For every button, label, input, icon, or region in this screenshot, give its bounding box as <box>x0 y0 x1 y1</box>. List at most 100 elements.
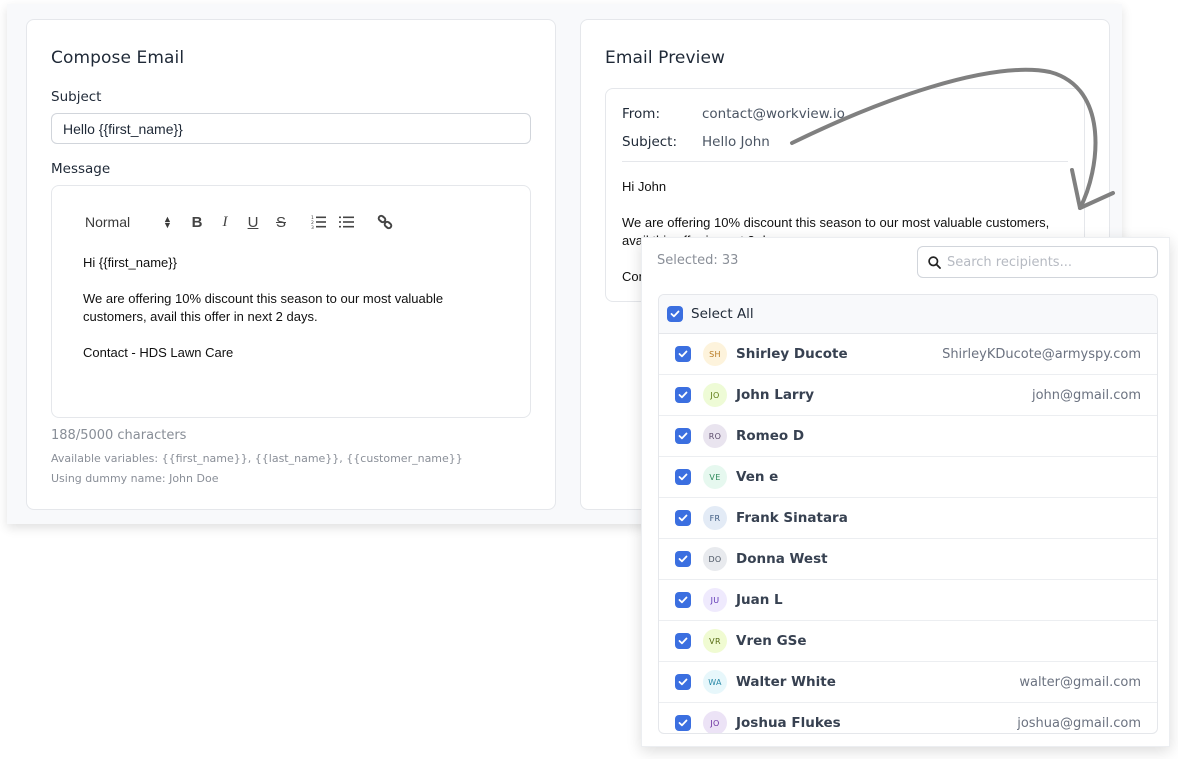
editor-paragraph: Hi {{first_name}} <box>83 255 177 270</box>
recipient-checkbox[interactable] <box>675 674 691 690</box>
avatar: RO <box>703 424 727 448</box>
dummy-name-hint: Using dummy name: John Doe <box>51 472 219 485</box>
recipient-name: Juan L <box>736 592 783 608</box>
avatar: VE <box>703 465 727 489</box>
bold-button[interactable]: B <box>183 210 211 234</box>
selected-count: Selected: 33 <box>657 253 739 268</box>
subject-value: Hello John <box>702 134 770 150</box>
recipient-name: Romeo D <box>736 428 805 444</box>
checkmark-icon <box>678 637 688 645</box>
preview-from-row: From: contact@workview.io <box>622 106 845 122</box>
recipient-row[interactable]: SH Shirley Ducote ShirleyKDucote@armyspy… <box>659 334 1157 375</box>
divider <box>622 161 1068 162</box>
svg-text:3: 3 <box>311 225 314 229</box>
avatar: VR <box>703 629 727 653</box>
recipient-row[interactable]: FR Frank Sinatara <box>659 498 1157 539</box>
recipient-name: Ven e <box>736 469 779 485</box>
ordered-list-button[interactable]: 1 2 3 <box>305 210 333 234</box>
recipient-row[interactable]: RO Romeo D <box>659 416 1157 457</box>
recipient-email: walter@gmail.com <box>1019 674 1141 690</box>
avatar: DO <box>703 547 727 571</box>
subject-input[interactable] <box>51 113 531 144</box>
strikethrough-button[interactable]: S <box>267 210 295 234</box>
recipient-row[interactable]: JO Joshua Flukes joshua@gmail.com <box>659 703 1157 733</box>
editor-content[interactable]: Hi {{first_name}} We are offering 10% di… <box>83 254 483 380</box>
heading-select-value: Normal <box>85 214 131 230</box>
recipient-checkbox[interactable] <box>675 387 691 403</box>
preview-subject-row: Subject: Hello John <box>622 134 770 150</box>
checkmark-icon <box>678 391 688 399</box>
recipient-checkbox[interactable] <box>675 346 691 362</box>
recipient-name: Donna West <box>736 551 828 567</box>
editor-toolbar: Normal ▲ ▼ B I U S 1 2 3 <box>85 208 399 236</box>
recipient-list: Select All SH Shirley Ducote ShirleyKDuc… <box>658 294 1158 734</box>
checkmark-icon <box>678 596 688 604</box>
avatar: SH <box>703 342 727 366</box>
recipients-popover: Selected: 33 Select All SH Shirley Ducot… <box>641 237 1170 747</box>
preview-title: Email Preview <box>605 48 726 68</box>
preview-paragraph: Hi John <box>622 179 667 194</box>
ordered-list-icon: 1 2 3 <box>311 215 326 229</box>
recipient-row[interactable]: DO Donna West <box>659 539 1157 580</box>
checkmark-icon <box>678 432 688 440</box>
recipient-name: John Larry <box>736 387 815 403</box>
avatar: JO <box>703 383 727 407</box>
recipient-name: Walter White <box>736 674 836 690</box>
recipient-name: Shirley Ducote <box>736 346 848 362</box>
link-button[interactable] <box>371 210 399 234</box>
recipient-row[interactable]: VR Vren GSe <box>659 621 1157 662</box>
search-icon <box>928 255 941 269</box>
recipient-name: Joshua Flukes <box>736 715 841 731</box>
subject-label: Subject: <box>622 134 678 150</box>
bullet-list-icon <box>339 216 354 228</box>
select-all-checkbox[interactable] <box>667 306 683 322</box>
recipient-checkbox[interactable] <box>675 428 691 444</box>
checkmark-icon <box>670 310 680 318</box>
recipient-checkbox[interactable] <box>675 469 691 485</box>
recipient-checkbox[interactable] <box>675 510 691 526</box>
recipient-row[interactable]: JO John Larry john@gmail.com <box>659 375 1157 416</box>
recipient-checkbox[interactable] <box>675 551 691 567</box>
select-all-row[interactable]: Select All <box>659 295 1157 334</box>
checkmark-icon <box>678 555 688 563</box>
message-editor[interactable]: Normal ▲ ▼ B I U S 1 2 3 Hi {{first_name… <box>51 185 531 418</box>
recipient-row[interactable]: WA Walter White walter@gmail.com <box>659 662 1157 703</box>
checkmark-icon <box>678 678 688 686</box>
avatar: JO <box>703 711 727 733</box>
available-variables-hint: Available variables: {{first_name}}, {{l… <box>51 452 463 465</box>
recipient-email: john@gmail.com <box>1031 387 1141 403</box>
checkmark-icon <box>678 514 688 522</box>
recipient-row[interactable]: VE Ven e <box>659 457 1157 498</box>
underline-button[interactable]: U <box>239 210 267 234</box>
recipient-email: joshua@gmail.com <box>1017 715 1141 731</box>
recipient-name: Frank Sinatara <box>736 510 848 526</box>
recipient-row[interactable]: JU Juan L <box>659 580 1157 621</box>
recipient-checkbox[interactable] <box>675 715 691 731</box>
message-label: Message <box>51 161 111 177</box>
checkmark-icon <box>678 350 688 358</box>
avatar: WA <box>703 670 727 694</box>
search-recipients-input[interactable] <box>947 254 1147 270</box>
checkmark-icon <box>678 473 688 481</box>
editor-paragraph: We are offering 10% discount this season… <box>83 291 444 324</box>
compose-title: Compose Email <box>51 48 185 68</box>
italic-button[interactable]: I <box>211 210 239 234</box>
select-all-label: Select All <box>691 306 754 322</box>
from-value: contact@workview.io <box>702 106 845 122</box>
avatar: FR <box>703 506 727 530</box>
avatar: JU <box>703 588 727 612</box>
from-label: From: <box>622 106 660 122</box>
up-down-caret-icon: ▲ ▼ <box>163 214 172 230</box>
recipient-email: ShirleyKDucote@armyspy.com <box>942 346 1141 362</box>
link-icon <box>377 214 393 230</box>
character-count: 188/5000 characters <box>51 428 187 443</box>
recipient-search[interactable] <box>917 246 1158 278</box>
recipient-checkbox[interactable] <box>675 592 691 608</box>
compose-email-card: Compose Email Subject Message Normal ▲▼ … <box>26 19 556 510</box>
checkmark-icon <box>678 719 688 727</box>
recipient-checkbox[interactable] <box>675 633 691 649</box>
heading-select[interactable]: Normal ▲ ▼ <box>85 214 183 230</box>
recipient-rows: SH Shirley Ducote ShirleyKDucote@armyspy… <box>659 334 1157 733</box>
recipient-name: Vren GSe <box>736 633 807 649</box>
bullet-list-button[interactable] <box>333 210 361 234</box>
